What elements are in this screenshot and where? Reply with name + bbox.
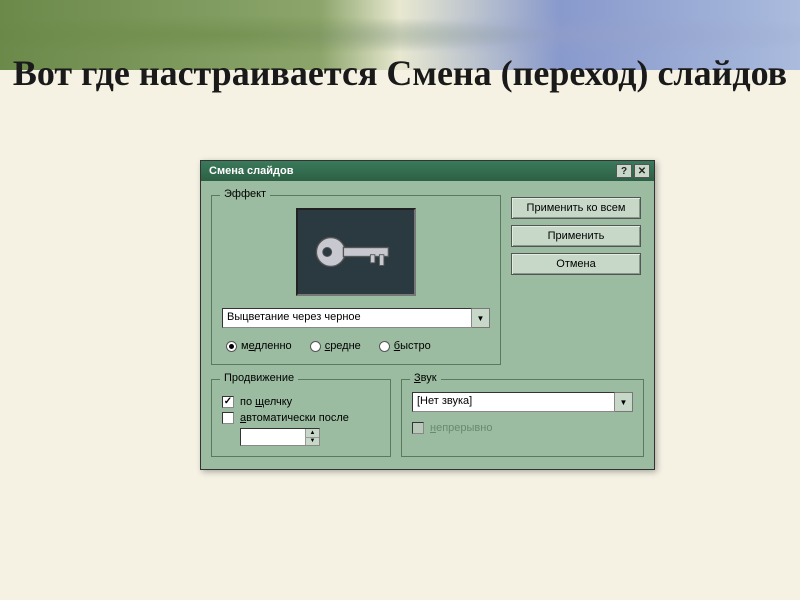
- radio-icon: [226, 341, 237, 352]
- loop-checkbox: непрерывно: [412, 422, 633, 434]
- spin-up[interactable]: ▲: [305, 429, 319, 438]
- checkbox-icon: [222, 396, 234, 408]
- close-button[interactable]: ✕: [634, 164, 650, 178]
- effect-combo-dropdown[interactable]: ▼: [472, 308, 490, 328]
- speed-slow-radio[interactable]: медленно: [226, 340, 292, 352]
- sound-combo-value[interactable]: [Нет звука]: [412, 392, 615, 412]
- speed-medium-label: средне: [325, 340, 361, 352]
- on-click-checkbox[interactable]: по щелчку: [222, 396, 380, 408]
- effect-preview[interactable]: [296, 208, 416, 296]
- advance-group-label: Продвижение: [220, 372, 298, 384]
- spin-down[interactable]: ▼: [305, 438, 319, 446]
- effect-group: Эффект Выцветание через черное ▼: [211, 195, 501, 365]
- sound-group: Звук [Нет звука] ▼ непрерывно: [401, 379, 644, 457]
- speed-fast-label: быстро: [394, 340, 431, 352]
- effect-combo-value[interactable]: Выцветание через черное: [222, 308, 472, 328]
- effect-group-label: Эффект: [220, 188, 270, 200]
- sound-combo-dropdown[interactable]: ▼: [615, 392, 633, 412]
- slide-title: Вот где настраивается Смена (переход) сл…: [0, 52, 800, 95]
- help-button[interactable]: ?: [616, 164, 632, 178]
- loop-label: непрерывно: [430, 422, 492, 434]
- dialog-title: Смена слайдов: [209, 165, 293, 177]
- sound-group-label: Звук: [410, 372, 441, 384]
- speed-fast-radio[interactable]: быстро: [379, 340, 431, 352]
- radio-icon: [310, 341, 321, 352]
- advance-group: Продвижение по щелчку автоматически посл…: [211, 379, 391, 457]
- time-field[interactable]: [241, 429, 305, 445]
- on-click-label: по щелчку: [240, 396, 292, 408]
- auto-after-checkbox[interactable]: автоматически после: [222, 412, 380, 424]
- cancel-button[interactable]: Отмена: [511, 253, 641, 275]
- apply-button[interactable]: Применить: [511, 225, 641, 247]
- auto-after-label: автоматически после: [240, 412, 349, 424]
- effect-combo[interactable]: Выцветание через черное ▼: [222, 308, 490, 328]
- apply-all-button[interactable]: Применить ко всем: [511, 197, 641, 219]
- speed-medium-radio[interactable]: средне: [310, 340, 361, 352]
- checkbox-icon: [412, 422, 424, 434]
- checkbox-icon: [222, 412, 234, 424]
- radio-icon: [379, 341, 390, 352]
- dialog-titlebar[interactable]: Смена слайдов ? ✕: [201, 161, 654, 181]
- slide-transition-dialog: Смена слайдов ? ✕ Эффект: [200, 160, 655, 470]
- sound-combo[interactable]: [Нет звука] ▼: [412, 392, 633, 412]
- speed-slow-label: медленно: [241, 340, 292, 352]
- key-icon: [311, 227, 401, 277]
- auto-time-input[interactable]: ▲ ▼: [240, 428, 320, 446]
